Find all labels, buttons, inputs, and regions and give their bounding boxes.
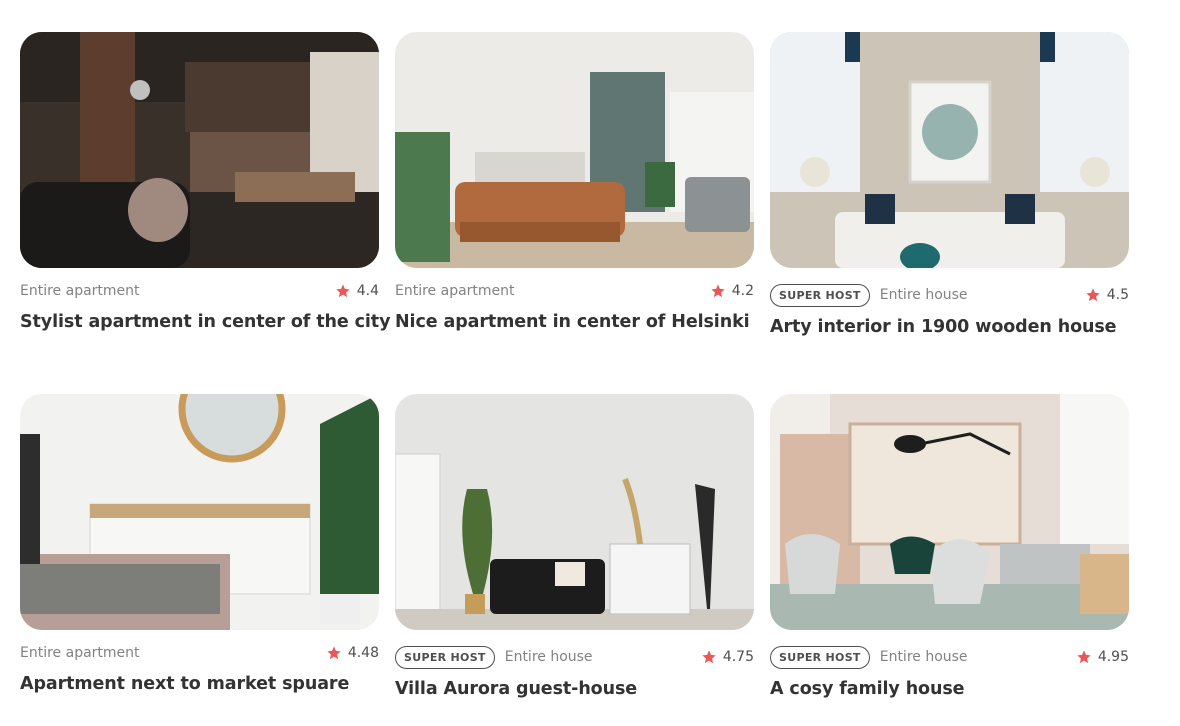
listing-title[interactable]: Villa Aurora guest-house [395,679,754,699]
listing-meta: SUPER HOST Entire house 4.95 [770,645,1129,669]
rating-value: 4.5 [1106,287,1129,303]
listing-meta: Entire apartment 4.4 [20,282,379,300]
listing-type: Entire house [504,649,593,665]
star-icon [702,650,716,664]
rating-value: 4.4 [356,283,379,299]
rating-value: 4.75 [722,649,754,665]
listing-type: Entire apartment [20,283,140,299]
listing-title[interactable]: Arty interior in 1900 wooden house [770,317,1129,337]
listing-title[interactable]: Nice apartment in center of Helsinki [395,312,754,332]
listing-rating: 4.5 [1085,287,1129,303]
white-sofa-windows-photo [770,32,1129,268]
listing-photo[interactable] [20,394,379,630]
bedroom-mirror-plant-photo [20,394,379,630]
listing-card[interactable]: Entire apartment 4.4 Stylist apartment i… [20,32,390,332]
rating-value: 4.48 [347,645,379,661]
listing-rating: 4.95 [1076,649,1129,665]
black-sofa-lamp-photo [395,394,754,630]
listing-card[interactable]: SUPER HOST Entire house 4.95 A cosy fami… [770,394,1129,699]
listings-grid: Entire apartment 4.4 Stylist apartment i… [0,0,1180,726]
listing-meta: Entire apartment 4.2 [395,282,754,300]
listing-photo[interactable] [770,32,1129,268]
living-room-sofa-photo [395,32,754,268]
super-host-badge: SUPER HOST [395,645,495,669]
super-host-badge: SUPER HOST [770,645,870,669]
listing-title[interactable]: Stylist apartment in center of the city [20,312,390,332]
star-icon [1077,650,1091,664]
listing-card[interactable]: Entire apartment 4.2 Nice apartment in c… [395,32,754,332]
star-icon [711,284,725,298]
listing-photo[interactable] [395,394,754,630]
listing-rating: 4.48 [326,645,379,661]
star-icon [327,646,341,660]
listing-type: Entire apartment [20,645,140,661]
loft-interior-photo [20,32,379,268]
listing-rating: 4.75 [701,649,754,665]
listing-photo[interactable] [395,32,754,268]
listing-card[interactable]: SUPER HOST Entire house 4.75 Villa Auror… [395,394,754,699]
super-host-badge: SUPER HOST [770,283,870,307]
listing-rating: 4.2 [710,283,754,299]
listing-type: Entire apartment [395,283,515,299]
listing-photo[interactable] [770,394,1129,630]
listing-meta: Entire apartment 4.48 [20,644,379,662]
listing-meta: SUPER HOST Entire house 4.5 [770,283,1129,307]
listing-card[interactable]: Entire apartment 4.48 Apartment next to … [20,394,379,694]
listing-rating: 4.4 [335,283,379,299]
star-icon [336,284,350,298]
star-icon [1086,288,1100,302]
rating-value: 4.2 [731,283,754,299]
listing-meta: SUPER HOST Entire house 4.75 [395,645,754,669]
lounge-chairs-photo [770,394,1129,630]
listing-type: Entire house [879,649,968,665]
listing-type: Entire house [879,287,968,303]
listing-card[interactable]: SUPER HOST Entire house 4.5 Arty interio… [770,32,1129,337]
listing-photo[interactable] [20,32,379,268]
rating-value: 4.95 [1097,649,1129,665]
listing-title[interactable]: Apartment next to market spuare [20,674,379,694]
listing-title[interactable]: A cosy family house [770,679,1129,699]
